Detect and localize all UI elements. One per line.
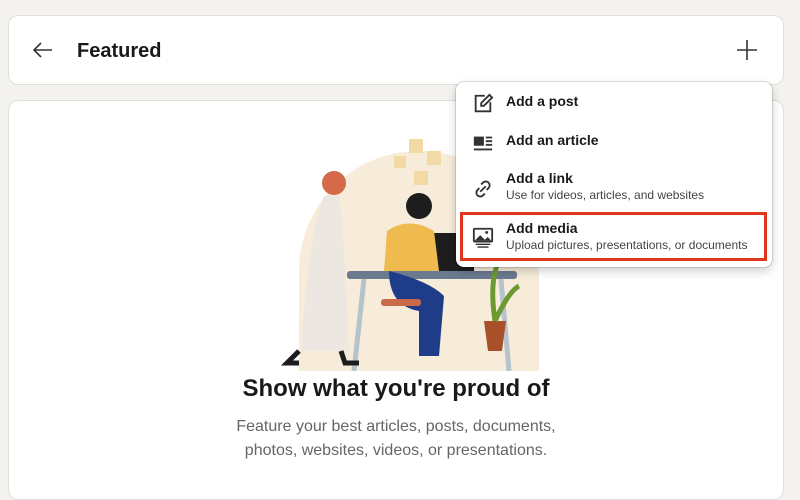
plus-icon[interactable] bbox=[735, 38, 759, 62]
menu-item-add-article[interactable]: Add an article bbox=[456, 132, 772, 154]
empty-state-description: Feature your best articles, posts, docum… bbox=[9, 415, 783, 463]
add-featured-menu: Add a post Add an article Add a link Use… bbox=[456, 82, 772, 267]
article-icon bbox=[473, 136, 493, 151]
page-title: Featured bbox=[77, 40, 162, 62]
description-line: photos, websites, videos, or presentatio… bbox=[244, 442, 548, 459]
arrow-left-icon[interactable] bbox=[31, 38, 55, 62]
link-icon bbox=[475, 180, 491, 198]
menu-item-label: Add an article bbox=[506, 132, 599, 148]
menu-item-label: Add a link bbox=[506, 170, 573, 186]
menu-item-add-post[interactable]: Add a post bbox=[456, 93, 772, 115]
menu-item-label: Add a post bbox=[506, 93, 579, 109]
highlight-box bbox=[460, 212, 767, 261]
featured-header: Featured bbox=[8, 15, 784, 85]
compose-icon bbox=[474, 93, 494, 113]
menu-item-add-link[interactable]: Add a link Use for videos, articles, and… bbox=[456, 170, 772, 202]
menu-item-sublabel: Use for videos, articles, and websites bbox=[506, 188, 705, 202]
description-line: Feature your best articles, posts, docum… bbox=[236, 418, 556, 435]
empty-state-headline: Show what you're proud of bbox=[242, 375, 550, 402]
